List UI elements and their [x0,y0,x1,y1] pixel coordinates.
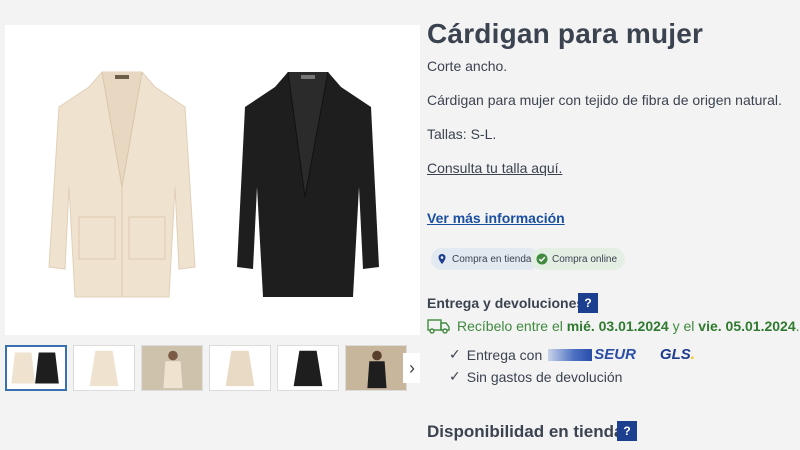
availability-help-button[interactable]: ? [617,421,637,441]
shipping-label: Entrega con [466,346,543,363]
delivery-prefix: Recíbelo entre el [457,318,563,334]
main-product-image[interactable] [5,25,420,335]
seur-logo: SEUR [548,346,636,363]
thumbnail-model-beige[interactable] [141,345,203,391]
delivery-date-to: vie. 05.01.2024 [698,318,796,334]
delivery-heading: Entrega y devoluciones: [427,295,589,311]
size-guide-link[interactable]: Consulta tu talla aquí. [427,160,562,176]
checkmark-icon: ✓ [449,346,461,362]
thumbnail-next-button[interactable]: › [403,353,420,383]
availability-heading: Disponibilidad en tienda [427,422,624,441]
black-cardigan-image [237,71,379,297]
location-pin-icon [438,254,446,264]
checkmark-icon: ✓ [449,368,461,384]
free-returns-label: Sin gastos de devolución [466,368,623,385]
product-cut: Corte ancho. [427,58,508,74]
delivery-suffix: . [795,318,800,334]
online-purchase-badge: Compra online [531,248,626,270]
shipping-carriers-row: ✓ Entrega con SEUR GLS. [449,346,695,363]
product-sizes: Tallas: S-L. [427,126,497,142]
thumbnail-beige-cardigan[interactable] [73,345,135,391]
delivery-date-from: mié. 03.01.2024 [566,318,669,334]
thumbnail-both-cardigans[interactable] [5,345,67,391]
thumbnail-model-black[interactable] [345,345,407,391]
product-info: Cárdigan para mujer Corte ancho. Cárdiga… [427,0,800,450]
free-returns-row: ✓ Sin gastos de devolución [449,368,622,385]
thumbnail-beige-cardigan-2[interactable] [209,345,271,391]
online-purchase-label: Compra online [552,253,618,265]
more-info-link[interactable]: Ver más información [427,210,565,226]
truck-icon [427,319,450,334]
store-purchase-badge: Compra en tienda [431,248,540,270]
product-title: Cárdigan para mujer [427,18,704,49]
gls-logo: GLS. [659,346,695,363]
delivery-estimate: Recíbelo entre el mié. 03.01.2024 y el v… [427,318,800,334]
beige-cardigan-image [48,71,196,298]
product-description: Cárdigan para mujer con tejido de fibra … [427,92,782,108]
delivery-middle: y el [672,318,695,334]
thumbnail-black-cardigan[interactable] [277,345,339,391]
store-purchase-label: Compra en tienda [452,253,532,265]
delivery-help-button[interactable]: ? [578,293,598,313]
check-circle-icon [536,253,548,265]
thumbnail-strip: › [5,345,420,391]
